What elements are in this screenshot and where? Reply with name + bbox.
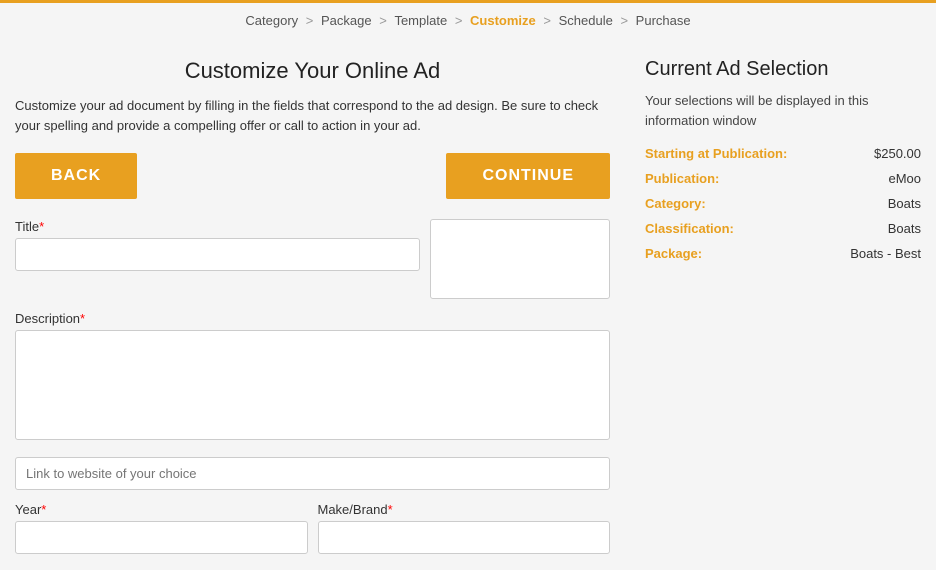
selection-category: Category: Boats — [645, 196, 921, 211]
page-description: Customize your ad document by filling in… — [15, 96, 610, 135]
separator: > — [620, 13, 628, 28]
package-label: Package: — [645, 246, 702, 261]
breadcrumb: Category > Package > Template > Customiz… — [0, 0, 936, 38]
publication-label: Publication: — [645, 171, 719, 186]
separator: > — [306, 13, 314, 28]
publication-value: eMoo — [888, 171, 921, 186]
breadcrumb-item-customize[interactable]: Customize — [470, 13, 536, 28]
make-brand-input[interactable] — [318, 521, 611, 554]
selection-publication: Publication: eMoo — [645, 171, 921, 186]
year-input[interactable] — [15, 521, 308, 554]
title-row: Title* — [15, 219, 610, 299]
ad-selection-description: Your selections will be displayed in thi… — [645, 91, 921, 130]
breadcrumb-item-package[interactable]: Package — [321, 13, 372, 28]
title-preview-box — [430, 219, 610, 299]
description-label: Description* — [15, 311, 610, 326]
breadcrumb-item-category[interactable]: Category — [245, 13, 298, 28]
link-input[interactable] — [15, 457, 610, 490]
back-button[interactable]: BACK — [15, 153, 137, 199]
separator: > — [379, 13, 387, 28]
starting-at-value: $250.00 — [874, 146, 921, 161]
breadcrumb-item-schedule[interactable]: Schedule — [559, 13, 613, 28]
breadcrumb-item-template[interactable]: Template — [394, 13, 447, 28]
package-value: Boats - Best — [850, 246, 921, 261]
title-label: Title* — [15, 219, 420, 234]
title-field-wrap: Title* — [15, 219, 420, 299]
title-preview-wrap — [430, 219, 610, 299]
separator: > — [455, 13, 463, 28]
make-brand-field-wrap: Make/Brand* — [318, 502, 611, 554]
category-value: Boats — [888, 196, 921, 211]
button-row: BACK CONTINUE — [15, 153, 610, 199]
link-field-wrap — [15, 457, 610, 490]
right-panel: Current Ad Selection Your selections wil… — [630, 38, 936, 566]
classification-label: Classification: — [645, 221, 734, 236]
category-label: Category: — [645, 196, 706, 211]
selection-starting-at: Starting at Publication: $250.00 — [645, 146, 921, 161]
description-field-wrap: Description* — [15, 311, 610, 445]
year-label: Year* — [15, 502, 308, 517]
make-brand-label: Make/Brand* — [318, 502, 611, 517]
year-field-wrap: Year* — [15, 502, 308, 554]
left-panel: Customize Your Online Ad Customize your … — [0, 38, 630, 566]
year-make-row: Year* Make/Brand* — [15, 502, 610, 554]
description-input[interactable] — [15, 330, 610, 440]
breadcrumb-item-purchase[interactable]: Purchase — [636, 13, 691, 28]
page-title: Customize Your Online Ad — [15, 58, 610, 84]
selection-package: Package: Boats - Best — [645, 246, 921, 261]
continue-button[interactable]: CONTINUE — [446, 153, 610, 199]
separator: > — [543, 13, 551, 28]
classification-value: Boats — [888, 221, 921, 236]
ad-selection-title: Current Ad Selection — [645, 58, 921, 81]
title-input[interactable] — [15, 238, 420, 271]
starting-at-label: Starting at Publication: — [645, 146, 787, 161]
selection-classification: Classification: Boats — [645, 221, 921, 236]
